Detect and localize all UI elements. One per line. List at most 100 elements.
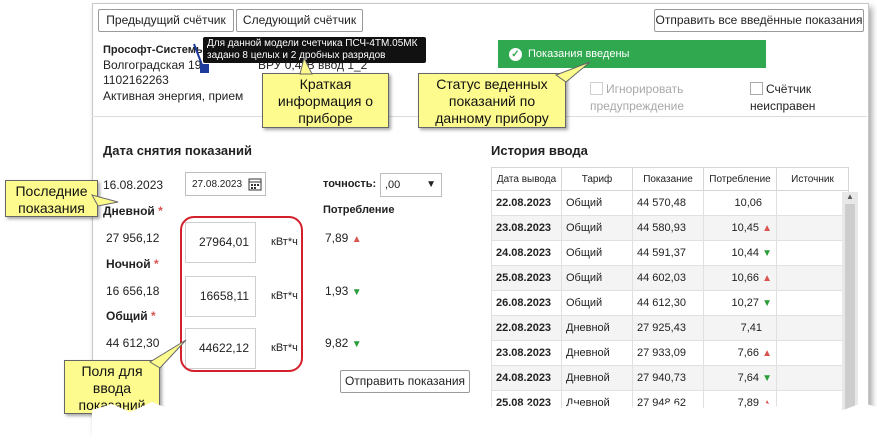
cell-reading: 44 591,37 bbox=[632, 240, 704, 266]
table-row[interactable]: 26.08.2023 Общий 44 612,30 10,27 ▼ bbox=[491, 290, 849, 316]
cell-reading: 44 602,03 bbox=[632, 265, 704, 291]
consumption-night: 1,93 ▼ bbox=[325, 284, 362, 298]
cell-consumption: 7,64 ▼ bbox=[703, 365, 777, 391]
cell-tariff: Общий bbox=[561, 190, 633, 216]
meter-broken-label: Счётчик неисправен bbox=[750, 81, 815, 115]
scroll-up-icon[interactable]: ▲ bbox=[846, 192, 854, 201]
cell-source bbox=[776, 315, 849, 341]
prev-meter-button[interactable]: Предыдущий счётчик bbox=[98, 9, 234, 32]
history-scrollbar[interactable]: ▲ bbox=[842, 192, 858, 428]
table-row[interactable]: 23.08.2023 Дневной 27 933,09 7,66 ▲ bbox=[491, 340, 849, 366]
cell-reading: 44 612,30 bbox=[632, 290, 704, 316]
table-row[interactable]: 22.08.2023 Общий 44 570,48 10,06 bbox=[491, 190, 849, 216]
input-fields-highlight bbox=[180, 216, 303, 372]
cell-date: 22.08.2023 bbox=[491, 315, 562, 341]
tooltip-pointer-icon bbox=[193, 43, 209, 73]
cell-source bbox=[776, 265, 849, 291]
cell-tariff: Общий bbox=[561, 215, 633, 241]
callout-last-readings: Последние показания bbox=[5, 180, 98, 217]
col-source[interactable]: Источник bbox=[776, 167, 849, 191]
last-reading-date: 16.08.2023 bbox=[103, 178, 164, 192]
cell-consumption: 10,27 ▼ bbox=[703, 290, 777, 316]
table-row[interactable]: 22.08.2023 Дневной 27 925,43 7,41 bbox=[491, 315, 849, 341]
cell-consumption: 10,44 ▼ bbox=[703, 240, 777, 266]
checkmark-icon: ✓ bbox=[509, 47, 522, 61]
next-meter-button[interactable]: Следующий счётчик bbox=[236, 9, 363, 32]
cell-date: 23.08.2023 bbox=[491, 215, 562, 241]
cell-consumption: 10,45 ▲ bbox=[703, 215, 777, 241]
send-all-button[interactable]: Отправить все введённые показания bbox=[654, 9, 864, 32]
tariff-label-day: Дневной * bbox=[103, 204, 163, 218]
trend-down-icon: ▼ bbox=[351, 339, 362, 350]
trend-down-icon: ▼ bbox=[762, 373, 772, 384]
col-tariff[interactable]: Тариф bbox=[561, 167, 633, 191]
calendar-icon[interactable] bbox=[248, 177, 262, 191]
cell-reading: 44 580,93 bbox=[632, 215, 704, 241]
device-serial: 1102162263 bbox=[103, 73, 169, 87]
cell-date: 23.08.2023 bbox=[491, 340, 562, 366]
cell-tariff: Общий bbox=[561, 265, 633, 291]
cell-consumption: 10,06 bbox=[703, 190, 777, 216]
col-consumption[interactable]: Потребление bbox=[703, 167, 777, 191]
status-text: Показания введены bbox=[528, 48, 630, 60]
trend-down-icon: ▼ bbox=[351, 287, 362, 298]
readings-title: Дата снятия показаний bbox=[103, 143, 252, 158]
last-reading-night: 16 656,18 bbox=[106, 284, 160, 298]
last-reading-day: 27 956,12 bbox=[106, 231, 160, 245]
ignore-warning-label: Игнорировать предупреждение bbox=[590, 81, 684, 115]
device-tooltip: Для данной модели счетчика ПСЧ-4ТМ.05МК … bbox=[203, 37, 426, 63]
cell-source bbox=[776, 365, 849, 391]
cell-date: 26.08.2023 bbox=[491, 290, 562, 316]
status-badge: ✓ Показания введены bbox=[498, 40, 766, 68]
table-row[interactable]: 24.08.2023 Дневной 27 940,73 7,64 ▼ bbox=[491, 365, 849, 391]
cell-reading: 27 925,43 bbox=[632, 315, 704, 341]
tariff-label-total: Общий * bbox=[106, 309, 156, 323]
tooltip-line-2: задано 8 целых и 2 дробных разрядов bbox=[207, 50, 386, 61]
submit-readings-button[interactable]: Отправить показания bbox=[340, 370, 470, 393]
history-table: Дата вывода Тариф Показание Потребление … bbox=[491, 167, 849, 416]
scrollbar-thumb[interactable] bbox=[845, 204, 855, 419]
device-energy-type: Активная энергия, прием bbox=[103, 89, 244, 103]
tooltip-line-1: Для данной модели счетчика ПСЧ-4ТМ.05МК bbox=[207, 38, 418, 49]
cell-reading: 27 940,73 bbox=[632, 365, 704, 391]
cell-consumption: 7,66 ▲ bbox=[703, 340, 777, 366]
consumption-day: 7,89 ▲ bbox=[325, 231, 362, 245]
table-row[interactable]: 24.08.2023 Общий 44 591,37 10,44 ▼ bbox=[491, 240, 849, 266]
cell-tariff: Общий bbox=[561, 290, 633, 316]
cell-source bbox=[776, 215, 849, 241]
cell-source bbox=[776, 290, 849, 316]
precision-select[interactable]: ,00 ▼ bbox=[380, 173, 442, 197]
ignore-label-line1: Игнорировать bbox=[606, 82, 684, 96]
cell-source bbox=[776, 190, 849, 216]
reading-date-value: 27.08.2023 bbox=[192, 179, 243, 190]
trend-down-icon: ▼ bbox=[762, 298, 772, 309]
cell-reading: 27 933,09 bbox=[632, 340, 704, 366]
cell-date: 24.08.2023 bbox=[491, 365, 562, 391]
cell-tariff: Дневной bbox=[561, 365, 633, 391]
cell-consumption: 10,66 ▲ bbox=[703, 265, 777, 291]
chevron-down-icon: ▼ bbox=[426, 179, 436, 190]
trend-up-icon: ▲ bbox=[762, 223, 772, 234]
cell-source bbox=[776, 240, 849, 266]
col-reading[interactable]: Показание bbox=[632, 167, 704, 191]
col-date[interactable]: Дата вывода bbox=[491, 167, 562, 191]
last-reading-total: 44 612,30 bbox=[106, 336, 160, 350]
cell-date: 22.08.2023 bbox=[491, 190, 562, 216]
cell-date: 25.08.2023 bbox=[491, 265, 562, 291]
history-title: История ввода bbox=[491, 143, 588, 158]
table-row[interactable]: 23.08.2023 Общий 44 580,93 10,45 ▲ bbox=[491, 215, 849, 241]
cell-source bbox=[776, 340, 849, 366]
precision-value: ,00 bbox=[385, 179, 401, 191]
table-row[interactable]: 25.08.2023 Общий 44 602,03 10,66 ▲ bbox=[491, 265, 849, 291]
tariff-label-night: Ночной * bbox=[106, 257, 159, 271]
device-address: Волгоградская 19 bbox=[103, 58, 202, 72]
precision-label: точность: bbox=[323, 178, 377, 190]
consumption-header: Потребление bbox=[323, 204, 395, 216]
trend-up-icon: ▲ bbox=[762, 348, 772, 359]
callout-status-info: Статус веденных показаний по данному при… bbox=[418, 73, 566, 128]
callout-device-info: Краткая информация о приборе bbox=[262, 73, 389, 128]
broken-label-line1: Счётчик bbox=[766, 82, 812, 96]
trend-up-icon: ▲ bbox=[351, 234, 362, 245]
cell-reading: 44 570,48 bbox=[632, 190, 704, 216]
ignore-label-line2: предупреждение bbox=[590, 99, 685, 113]
